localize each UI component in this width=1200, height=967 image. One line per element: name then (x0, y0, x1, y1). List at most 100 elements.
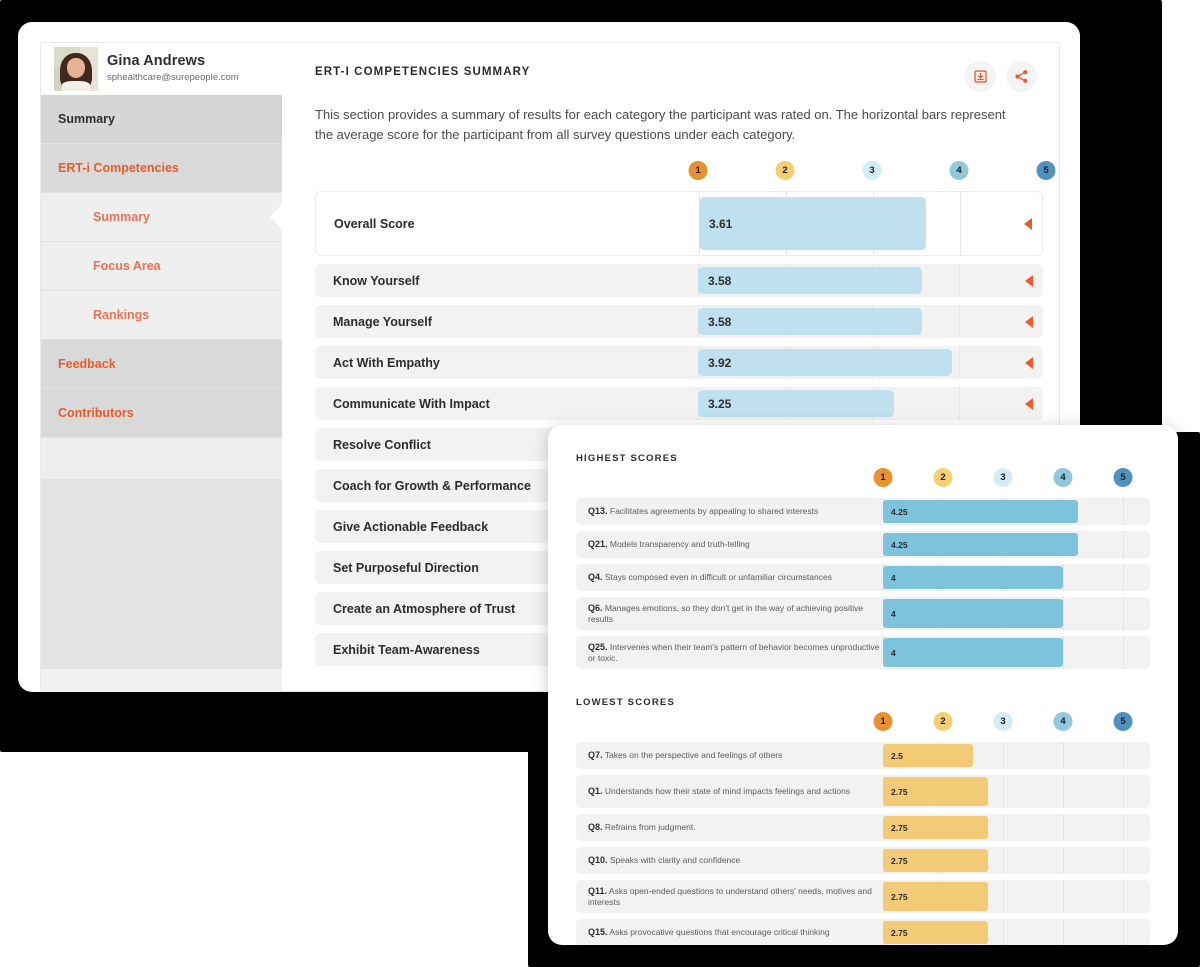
share-button[interactable] (1006, 61, 1037, 92)
question-text: Intervenes when their team's pattern of … (588, 641, 880, 663)
sidebar-item-contributors[interactable]: Contributors (41, 389, 282, 438)
row-marker-icon (1025, 397, 1033, 410)
download-button[interactable] (965, 61, 996, 92)
chart-row-label: Communicate With Impact (333, 396, 490, 411)
gridline (1123, 742, 1124, 769)
chart-row-label: Overall Score (334, 216, 415, 231)
sidebar-item-label: Feedback (58, 357, 116, 371)
lowest-scores-title: LOWEST SCORES (576, 697, 675, 708)
score-row: Q1. Understands how their state of mind … (576, 775, 1150, 808)
sidebar-nav: Summary ERT-i Competencies Summary Focus Ar… (41, 95, 283, 438)
score-bar: 4.25 (883, 533, 1078, 556)
sidebar-item-label: Summary (93, 210, 150, 224)
gridline (959, 264, 960, 298)
question-text: Asks provocative questions that encourag… (607, 926, 830, 937)
gridline (1003, 919, 1004, 945)
question-number: Q15. (588, 926, 608, 937)
sidebar-item-summary[interactable]: Summary (41, 95, 282, 144)
score-bar-value: 2.75 (891, 891, 908, 902)
score-row-label: Q4. Stays composed even in difficult or … (588, 572, 883, 584)
score-bar: 4.25 (883, 500, 1078, 523)
chart-bar: 3.92 (698, 349, 953, 377)
gridline (1063, 919, 1064, 945)
score-bar: 2.75 (883, 882, 988, 911)
download-icon (974, 70, 987, 83)
sidebar-item-ert-i-competencies[interactable]: ERT-i Competencies (41, 144, 282, 193)
chart-row-label: Create an Atmosphere of Trust (333, 601, 516, 616)
score-bar-value: 2.75 (891, 786, 908, 797)
row-marker-icon (1024, 217, 1032, 230)
scale-marker-3: 3 (862, 161, 882, 181)
gridline (1063, 636, 1064, 669)
question-number: Q13. (588, 505, 608, 516)
gridline (1123, 814, 1124, 841)
sidebar: Gina Andrews sphealthcare@surepeople.com… (41, 43, 283, 691)
chart-row-label: Resolve Conflict (333, 437, 431, 452)
scale-legend: 1 2 3 4 5 (282, 161, 1059, 185)
score-bar: 4 (883, 599, 1063, 628)
gridline (1063, 597, 1064, 630)
score-bar-value: 4 (891, 608, 896, 619)
chart-row: Know Yourself 3.58 (315, 264, 1043, 298)
scores-panel: HIGHEST SCORES 1 2 3 4 5 Q13. Facilitates ag… (548, 425, 1178, 945)
score-row-label: Q7. Takes on the perspective and feeling… (588, 750, 883, 762)
gridline (1063, 564, 1064, 591)
scale-marker-3: 3 (993, 712, 1013, 731)
gridline (1123, 775, 1124, 808)
highest-scores-list: Q13. Facilitates agreements by appealing… (548, 498, 1178, 669)
sidebar-item-rankings[interactable]: Rankings (41, 291, 282, 340)
highest-scale-legend: 1 2 3 4 5 (548, 468, 1178, 492)
gridline (1003, 847, 1004, 874)
question-text: Models transparency and truth-telling (607, 538, 750, 549)
chart-bar-value: 3.58 (708, 273, 732, 288)
question-text: Facilitates agreements by appealing to s… (607, 505, 819, 516)
score-bar-value: 4 (891, 647, 896, 658)
share-icon (1015, 70, 1028, 83)
score-row-label: Q1. Understands how their state of mind … (588, 786, 883, 798)
score-bar-value: 2.75 (891, 927, 908, 938)
section-description: This section provides a summary of resul… (315, 107, 1006, 143)
scale-marker-1: 1 (873, 712, 893, 731)
chart-bar-value: 3.58 (708, 314, 732, 329)
gridline (959, 305, 960, 339)
score-bar: 4 (883, 638, 1063, 667)
lowest-scores-list: Q7. Takes on the perspective and feeling… (548, 742, 1178, 945)
score-row: Q21. Models transparency and truth-telli… (576, 531, 1150, 558)
gridline (1123, 498, 1124, 525)
question-number: Q7. (588, 749, 603, 760)
question-number: Q10. (588, 854, 608, 865)
question-text: Manages emotions, so they don't get in t… (588, 602, 864, 624)
profile-name: Gina Andrews (107, 53, 206, 70)
scale-marker-2: 2 (775, 161, 795, 181)
score-row: Q10. Speaks with clarity and confidence 2… (576, 847, 1150, 874)
question-number: Q1. (588, 785, 603, 796)
scale-marker-2: 2 (933, 712, 953, 731)
question-text: Refrains from judgment. (602, 821, 696, 832)
score-row-label: Q25. Intervenes when their team's patter… (588, 641, 883, 663)
sidebar-item-focus-area[interactable]: Focus Area (41, 242, 282, 291)
score-row-label: Q10. Speaks with clarity and confidence (588, 855, 883, 867)
question-text: Takes on the perspective and feelings of… (602, 749, 783, 760)
gridline (1123, 597, 1124, 630)
row-marker-icon (1025, 315, 1033, 328)
scale-marker-4: 4 (949, 161, 969, 181)
sidebar-item-feedback[interactable]: Feedback (41, 340, 282, 389)
chart-row-label: Set Purposeful Direction (333, 560, 479, 575)
scale-marker-5: 5 (1036, 161, 1056, 181)
chart-bar-value: 3.92 (708, 355, 732, 370)
chart-bar-value: 3.61 (709, 216, 733, 231)
sidebar-item-label: Summary (58, 112, 115, 126)
scale-marker-1: 1 (873, 468, 893, 487)
gridline (1003, 742, 1004, 769)
profile-email: sphealthcare@surepeople.com (107, 72, 239, 84)
chart-row: Act With Empathy 3.92 (315, 346, 1043, 380)
score-row: Q6. Manages emotions, so they don't get … (576, 597, 1150, 630)
sidebar-filler (41, 479, 282, 669)
sidebar-item-label: Rankings (93, 308, 150, 322)
sidebar-item-summary[interactable]: Summary (41, 193, 283, 242)
score-bar: 2.75 (883, 849, 988, 872)
chart-row-label: Exhibit Team-Awareness (333, 642, 480, 657)
gridline (1123, 847, 1124, 874)
score-row: Q8. Refrains from judgment. 2.75 (576, 814, 1150, 841)
gridline (959, 387, 960, 421)
